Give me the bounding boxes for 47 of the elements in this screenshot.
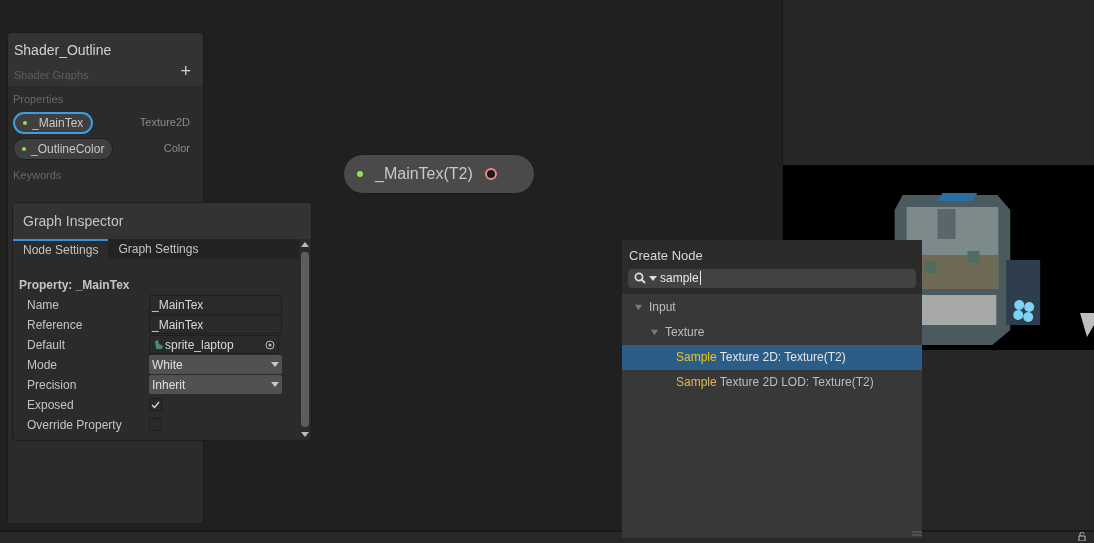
node-option[interactable]: Sample Texture 2D: Texture(T2)	[622, 344, 922, 370]
property-pill[interactable]: _OutlineColor	[13, 137, 114, 160]
field-label: Default	[27, 336, 67, 354]
lock-icon[interactable]	[1078, 532, 1086, 541]
expand-arrow-icon[interactable]	[634, 302, 643, 312]
text-field[interactable]: _MainTex	[149, 295, 282, 314]
property-node[interactable]: _MainTex(T2)	[343, 154, 535, 194]
section-label: Keywords	[12, 167, 63, 183]
property-type: Texture2D	[139, 115, 190, 131]
node-label: _MainTex(T2)	[375, 164, 473, 184]
field-label: Mode	[27, 356, 59, 374]
search-icon[interactable]	[634, 272, 646, 284]
caret-icon[interactable]	[649, 275, 657, 281]
tab[interactable]: Graph Settings	[108, 239, 209, 259]
section-heading: Property: _MainTex	[19, 277, 131, 294]
tree-item[interactable]: Input	[649, 298, 676, 316]
sprite-icon	[153, 339, 164, 350]
resize-grip-icon[interactable]	[912, 531, 922, 536]
object-field[interactable]: sprite_laptop	[149, 335, 279, 354]
caret-icon	[271, 362, 279, 367]
check-icon	[151, 400, 160, 409]
field-label: Name	[27, 296, 60, 314]
section-label: Properties	[12, 92, 65, 107]
property-type: Color	[163, 141, 190, 157]
text-field[interactable]: _MainTex	[149, 315, 282, 334]
property-pill[interactable]: _MainTex	[13, 111, 94, 134]
panel-title: Graph Inspector	[23, 211, 124, 231]
field-label: Reference	[27, 316, 84, 334]
tab[interactable]: Node Settings	[13, 239, 109, 259]
expand-arrow-icon[interactable]	[650, 327, 659, 337]
scroll-down-icon[interactable]	[301, 432, 309, 437]
scroll-up-icon[interactable]	[301, 242, 309, 247]
field-label: Override Property	[27, 416, 123, 434]
add-button[interactable]: +	[180, 62, 191, 80]
checkbox[interactable]	[149, 398, 162, 411]
target-icon[interactable]	[265, 339, 275, 350]
node-option[interactable]: Sample Texture 2D LOD: Texture(T2)	[622, 369, 922, 395]
field-label: Precision	[27, 376, 78, 394]
popup-title: Create Node	[629, 247, 704, 265]
dropdown[interactable]: White	[149, 355, 282, 374]
tree-item[interactable]: Texture	[665, 323, 705, 341]
output-port-icon[interactable]	[484, 168, 497, 180]
dropdown[interactable]: Inherit	[149, 375, 282, 394]
graph-title: Shader_Outline	[14, 41, 112, 60]
field-label: Exposed	[27, 396, 75, 414]
search-field[interactable]: sample	[628, 268, 916, 288]
caret-icon	[271, 382, 279, 387]
